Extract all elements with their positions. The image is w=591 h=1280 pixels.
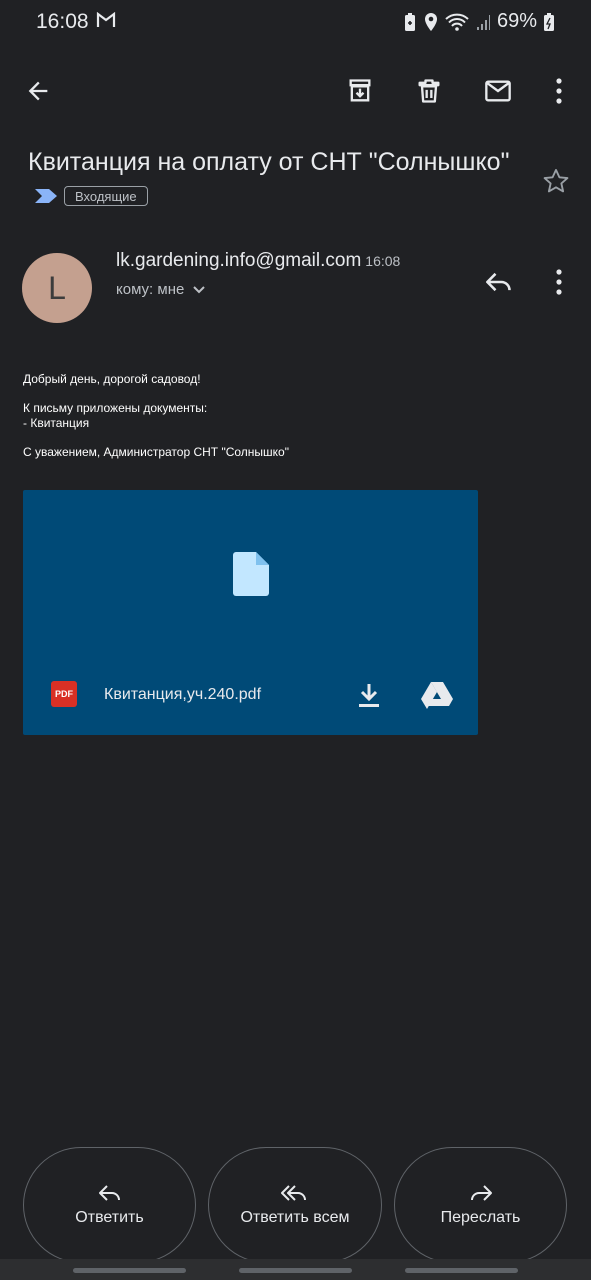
reply-button-label: Ответить: [75, 1209, 144, 1226]
pdf-icon: PDF: [51, 681, 77, 707]
label-row: Входящие: [34, 186, 148, 206]
reply-button[interactable]: Ответить: [23, 1147, 196, 1263]
body-greeting: Добрый день, дорогой садовод!: [23, 372, 201, 386]
location-icon: [423, 12, 439, 32]
signal-icon: [475, 12, 491, 32]
forward-button[interactable]: Переслать: [394, 1147, 567, 1263]
message-more-vert-icon[interactable]: [535, 258, 583, 306]
body-signature: С уважением, Администратор СНТ "Солнышко…: [23, 445, 289, 459]
archive-icon[interactable]: [336, 67, 384, 115]
email-subject: Квитанция на оплату от СНТ "Солнышко": [28, 148, 510, 176]
status-time: 16:08: [36, 10, 89, 33]
status-icons: 69%: [403, 10, 555, 33]
wifi-icon: [445, 12, 469, 32]
download-icon[interactable]: [345, 671, 393, 719]
attachment-filename: Квитанция,уч.240.pdf: [104, 686, 262, 703]
nav-recents[interactable]: [73, 1268, 186, 1273]
battery-saver-icon: [403, 12, 417, 32]
reply-all-button[interactable]: Ответить всем: [208, 1147, 382, 1263]
recipients-toggle[interactable]: кому: мне: [116, 281, 206, 298]
file-icon: [233, 552, 269, 596]
gmail-icon: [96, 12, 116, 28]
mark-unread-icon[interactable]: [474, 67, 522, 115]
reply-all-button-label: Ответить всем: [240, 1209, 350, 1226]
reply-icon: [98, 1183, 122, 1203]
body-line-1: К письму приложены документы:: [23, 401, 208, 415]
email-body: Добрый день, дорогой садовод! К письму п…: [23, 372, 563, 474]
forward-button-label: Переслать: [440, 1209, 521, 1226]
important-marker-icon: [34, 187, 58, 205]
email-time: 16:08: [365, 253, 401, 269]
battery-percent: 69%: [496, 10, 537, 32]
nav-back[interactable]: [405, 1268, 518, 1273]
save-to-drive-icon[interactable]: [413, 671, 461, 719]
reply-icon[interactable]: [475, 258, 523, 306]
sender-email: lk.gardening.info@gmail.com: [116, 250, 362, 271]
more-vert-icon[interactable]: [535, 67, 583, 115]
inbox-label-chip[interactable]: Входящие: [64, 186, 148, 206]
reply-all-icon: [281, 1183, 309, 1203]
chevron-down-icon: [192, 285, 206, 295]
body-line-2: - Квитанция: [23, 416, 90, 430]
back-arrow-icon[interactable]: [14, 67, 62, 115]
attachment-card[interactable]: PDF Квитанция,уч.240.pdf: [23, 490, 478, 735]
star-icon[interactable]: [532, 157, 580, 205]
sender-row: lk.gardening.info@gmail.com 16:08: [116, 250, 400, 272]
delete-icon[interactable]: [405, 67, 453, 115]
avatar[interactable]: L: [22, 253, 92, 323]
battery-icon: [543, 12, 555, 32]
recipients-text: кому: мне: [116, 281, 185, 298]
forward-icon: [469, 1183, 493, 1203]
nav-home[interactable]: [239, 1268, 352, 1273]
